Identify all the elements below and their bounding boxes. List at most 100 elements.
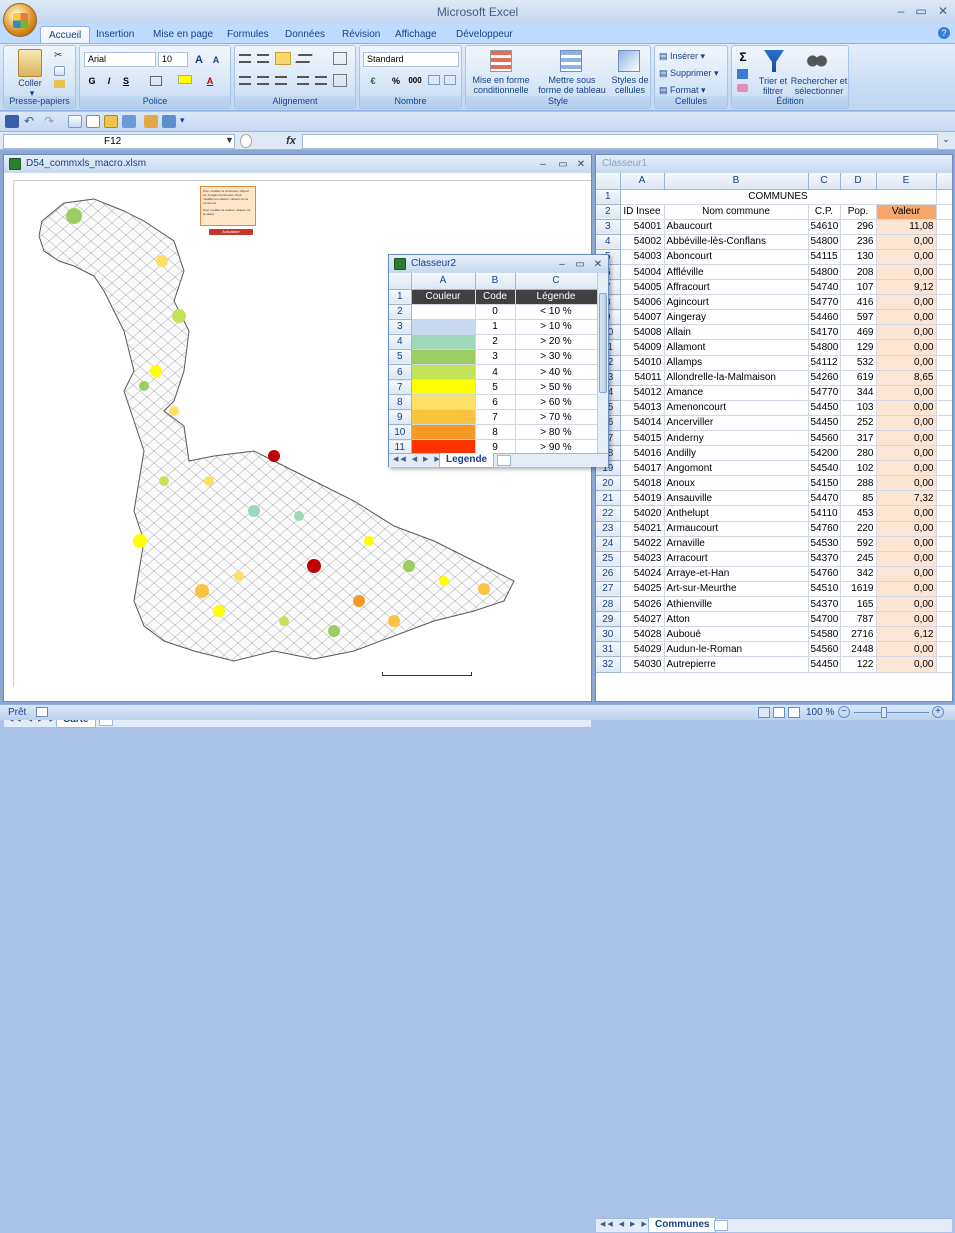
cell-id-insee[interactable]: 54010: [620, 355, 665, 371]
tab-mise-en-page[interactable]: Mise en page: [145, 26, 221, 44]
cell-nom-commune[interactable]: Angomont: [664, 460, 809, 477]
col-header-a[interactable]: A: [620, 173, 665, 190]
cell-nom-commune[interactable]: Andilly: [664, 445, 809, 462]
cell-cp[interactable]: 54580: [808, 626, 841, 643]
cell-nom-commune[interactable]: Amance: [664, 385, 809, 401]
row-header[interactable]: 3: [596, 219, 621, 235]
legend-scroll-thumb[interactable]: [599, 293, 607, 393]
cell-nom-commune[interactable]: Arraye-et-Han: [664, 566, 809, 582]
legend-label[interactable]: > 50 %: [515, 379, 598, 396]
legend-color-swatch[interactable]: [411, 319, 476, 335]
legend-code[interactable]: 9: [475, 439, 516, 453]
legend-code[interactable]: 5: [475, 379, 516, 396]
help-icon[interactable]: ?: [938, 27, 950, 39]
row-header[interactable]: 10: [389, 424, 412, 441]
cell-pop[interactable]: 317: [840, 430, 877, 447]
cell-cp[interactable]: 54260: [808, 370, 841, 386]
legend-code[interactable]: 1: [475, 319, 516, 335]
cell-nom-commune[interactable]: Anoux: [664, 475, 809, 492]
legend-color-swatch[interactable]: [411, 424, 476, 441]
paste-button[interactable]: Coller: [12, 78, 48, 88]
map-restore-button[interactable]: ▭: [555, 156, 571, 174]
open-folder-icon[interactable]: [104, 115, 118, 128]
legend-color-swatch[interactable]: [411, 439, 476, 453]
row-header[interactable]: 11: [389, 439, 412, 453]
tab-formules[interactable]: Formules: [219, 26, 277, 44]
col-header-f[interactable]: [936, 173, 952, 190]
row-header[interactable]: 4: [596, 234, 621, 250]
sort-filter-icon[interactable]: [764, 50, 784, 72]
undo-icon[interactable]: ↶: [24, 115, 38, 128]
align-center-icon[interactable]: [257, 76, 269, 85]
cell[interactable]: [936, 536, 952, 552]
zoom-in-button[interactable]: +: [932, 706, 944, 718]
cell-nom-commune[interactable]: Affléville: [664, 264, 809, 281]
sheet-tab-legende[interactable]: Legende: [439, 453, 495, 468]
email-icon[interactable]: [122, 115, 136, 128]
cell-valeur[interactable]: 0,00: [876, 581, 937, 598]
cell-id-insee[interactable]: 54006: [620, 294, 665, 311]
legend-label[interactable]: > 20 %: [515, 334, 598, 350]
cell-id-insee[interactable]: 54013: [620, 400, 665, 416]
increase-indent-icon[interactable]: [315, 76, 327, 85]
close-button[interactable]: ✕: [934, 4, 952, 18]
decrease-indent-icon[interactable]: [297, 76, 309, 85]
legend-header-couleur[interactable]: Couleur: [411, 289, 476, 305]
cell-pop[interactable]: 107: [840, 279, 877, 296]
cell-id-insee[interactable]: 54026: [620, 596, 665, 613]
cell[interactable]: [936, 566, 952, 582]
row-header[interactable]: 27: [596, 581, 621, 598]
insert-function-button[interactable]: fx: [282, 134, 300, 149]
cell-id-insee[interactable]: 54015: [620, 430, 665, 447]
legend-color-swatch[interactable]: [411, 304, 476, 320]
cell-pop[interactable]: 1619: [840, 581, 877, 598]
legend-code[interactable]: 0: [475, 304, 516, 320]
row-header[interactable]: 20: [596, 475, 621, 492]
legend-color-swatch[interactable]: [411, 364, 476, 381]
grow-font-button[interactable]: A: [191, 52, 207, 67]
row-header[interactable]: 30: [596, 626, 621, 643]
cell-pop[interactable]: 103: [840, 400, 877, 416]
cell-pop[interactable]: 280: [840, 445, 877, 462]
legend-code[interactable]: 8: [475, 424, 516, 441]
communes-table[interactable]: A B C D E 1 COMMUNES 2 ID Insee Nom comm…: [596, 173, 952, 673]
cell-cp[interactable]: 54200: [808, 445, 841, 462]
cell[interactable]: [936, 445, 952, 462]
cell-cp[interactable]: 54510: [808, 581, 841, 598]
row-header[interactable]: 26: [596, 566, 621, 582]
fill-icon[interactable]: [737, 69, 748, 79]
cell-valeur[interactable]: 0,00: [876, 521, 937, 537]
cell-id-insee[interactable]: 54025: [620, 581, 665, 598]
legend-label[interactable]: > 40 %: [515, 364, 598, 381]
cell-id-insee[interactable]: 54022: [620, 536, 665, 552]
communes-insert-sheet-icon[interactable]: [714, 1220, 728, 1231]
cell[interactable]: [936, 551, 952, 567]
zoom-level[interactable]: 100 %: [806, 707, 834, 718]
cell-id-insee[interactable]: 54019: [620, 490, 665, 507]
delete-button[interactable]: ▤ Supprimer ▾: [659, 68, 719, 78]
legend-label[interactable]: > 30 %: [515, 349, 598, 365]
cell-id-insee[interactable]: 54016: [620, 445, 665, 462]
cell-pop[interactable]: 453: [840, 505, 877, 522]
cell-id-insee[interactable]: 54001: [620, 219, 665, 235]
legend-code[interactable]: 4: [475, 364, 516, 381]
header-pop[interactable]: Pop.: [840, 204, 877, 220]
cell[interactable]: [936, 596, 952, 613]
tab-insertion[interactable]: Insertion: [88, 26, 142, 44]
cell-nom-commune[interactable]: Atton: [664, 611, 809, 628]
cell-id-insee[interactable]: 54017: [620, 460, 665, 477]
legend-code[interactable]: 7: [475, 409, 516, 426]
cell-pop[interactable]: 416: [840, 294, 877, 311]
col-header-d[interactable]: D: [840, 173, 877, 190]
cell[interactable]: [936, 249, 952, 265]
communes-banner[interactable]: COMMUNES: [620, 189, 937, 205]
row-header[interactable]: 2: [596, 204, 621, 220]
cell[interactable]: [936, 505, 952, 522]
currency-button[interactable]: €: [363, 73, 383, 88]
cell-valeur[interactable]: 11,08: [876, 219, 937, 235]
cell-cp[interactable]: 54800: [808, 264, 841, 281]
cell-valeur[interactable]: 0,00: [876, 505, 937, 522]
shrink-font-button[interactable]: A: [208, 52, 224, 67]
cell-valeur[interactable]: 0,00: [876, 536, 937, 552]
align-middle-icon[interactable]: [257, 54, 269, 63]
